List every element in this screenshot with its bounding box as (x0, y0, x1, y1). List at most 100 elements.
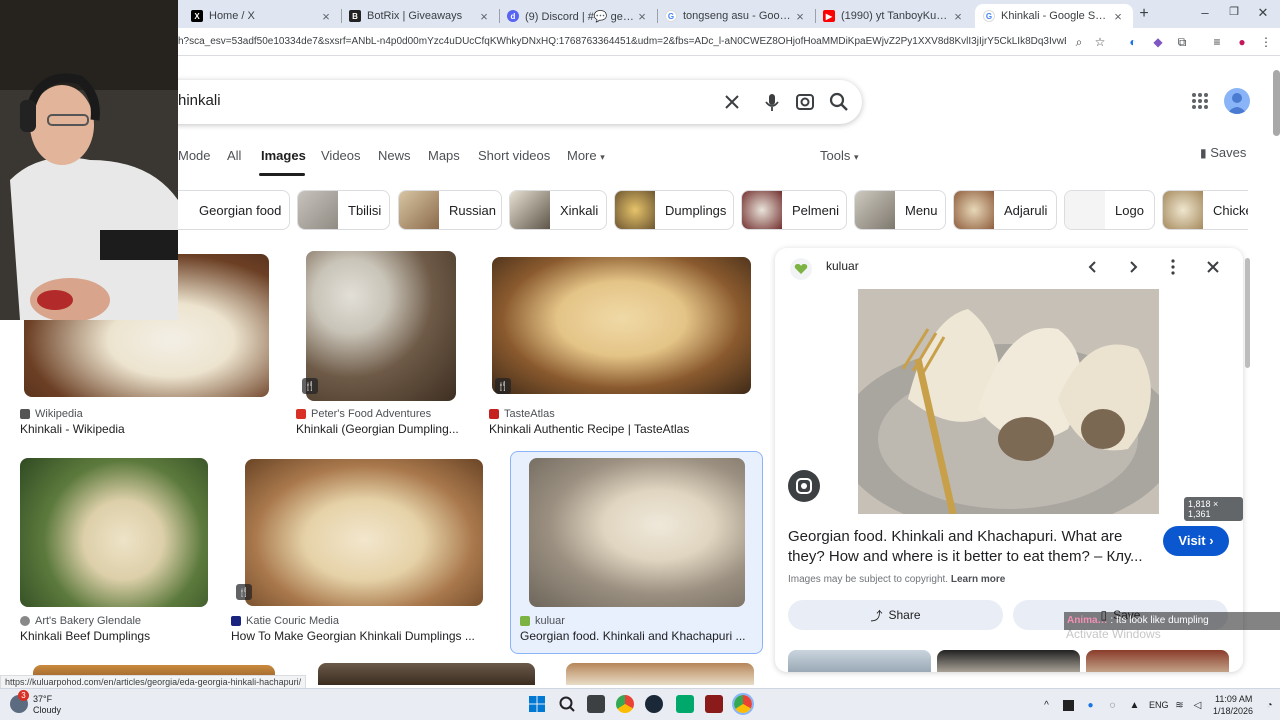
restore-icon[interactable]: ❐ (1226, 5, 1242, 18)
menu-kebab-icon[interactable]: ⋮ (1258, 34, 1274, 50)
tray-app-icon[interactable] (1063, 700, 1074, 711)
weather-condition[interactable]: Cloudy (33, 705, 61, 715)
result-thumbnail[interactable] (245, 459, 483, 606)
tray-network-icon[interactable]: ◌ (1107, 700, 1118, 711)
search-input[interactable]: hinkali (178, 92, 221, 109)
chip-georgian-food[interactable]: Georgian food (170, 190, 290, 230)
profile-icon[interactable]: ● (1234, 34, 1250, 50)
result-thumbnail[interactable] (566, 663, 754, 685)
chip-menu[interactable]: Menu (854, 190, 946, 230)
result-title[interactable]: Khinkali Authentic Recipe | TasteAtlas (489, 422, 749, 436)
lens-search-icon[interactable] (788, 470, 820, 502)
result-thumbnail[interactable] (529, 458, 745, 607)
tab-khinkali-search[interactable]: G Khinkali - Google Search × (975, 4, 1133, 28)
windows-start-icon[interactable] (528, 695, 546, 713)
microphone-icon[interactable] (761, 91, 783, 113)
extensions-puzzle-icon[interactable]: ⧉ (1174, 34, 1190, 50)
search-icon[interactable] (828, 91, 850, 113)
reading-list-icon[interactable]: ≡ (1209, 34, 1225, 50)
tab-botrix[interactable]: B BotRix | Giveaways × (341, 4, 499, 28)
extension-icon[interactable]: ◐ (1125, 34, 1141, 50)
visit-button[interactable]: Visit › (1163, 526, 1229, 556)
chip-adjaruli[interactable]: Adjaruli (953, 190, 1057, 230)
steam-icon[interactable] (645, 695, 663, 713)
language-indicator[interactable]: ENG (1149, 700, 1169, 710)
weather-temperature[interactable]: 37°F (33, 694, 52, 704)
close-tab-icon[interactable]: × (1111, 9, 1125, 24)
search-icon[interactable] (558, 695, 576, 713)
close-tab-icon[interactable]: × (793, 9, 807, 24)
tray-app-icon[interactable]: ● (1085, 700, 1096, 711)
tab-x-home[interactable]: X Home / X × (183, 4, 341, 28)
chip-tbilisi[interactable]: Tbilisi (297, 190, 390, 230)
saves-button[interactable]: ▮ Saves (1200, 145, 1246, 160)
result-thumbnail[interactable] (306, 251, 456, 401)
volume-icon[interactable]: ◁ (1192, 700, 1203, 711)
filter-all[interactable]: All (227, 148, 241, 163)
address-bar[interactable]: h?sca_esv=53adf50e10334de7&sxsrf=ANbL-n4… (178, 31, 1066, 53)
result-title[interactable]: Khinkali - Wikipedia (20, 422, 280, 436)
chip-dumplings[interactable]: Dumplings (614, 190, 734, 230)
wifi-icon[interactable]: ≋ (1174, 700, 1185, 711)
close-tab-icon[interactable]: × (635, 9, 649, 24)
chrome-icon[interactable] (616, 695, 634, 713)
previous-arrow-icon[interactable] (1084, 258, 1102, 276)
extension-icon[interactable]: ◆ (1150, 34, 1166, 50)
chip-pelmeni[interactable]: Pelmeni (741, 190, 847, 230)
panel-title[interactable]: Georgian food. Khinkali and Khachapuri. … (788, 527, 1158, 567)
close-window-icon[interactable]: ✕ (1255, 5, 1271, 21)
tools-button[interactable]: Tools ▾ (820, 148, 859, 163)
filter-short-videos[interactable]: Short videos (478, 148, 550, 163)
filter-ai-mode[interactable]: Mode (178, 148, 211, 163)
panel-site-name[interactable]: kuluar (826, 259, 859, 273)
new-tab-button[interactable]: + (1136, 5, 1152, 23)
more-options-icon[interactable] (1164, 258, 1182, 276)
filter-news[interactable]: News (378, 148, 411, 163)
related-image[interactable] (788, 650, 931, 672)
avatar[interactable] (1224, 88, 1250, 114)
apps-grid-icon[interactable] (1191, 92, 1209, 110)
chip-xinkali[interactable]: Xinkali (509, 190, 607, 230)
result-title[interactable]: How To Make Georgian Khinkali Dumplings … (231, 629, 491, 643)
clock-date[interactable]: 1/18/2026 (1213, 706, 1253, 716)
clear-icon[interactable] (721, 91, 743, 113)
filter-videos[interactable]: Videos (321, 148, 361, 163)
tab-discord[interactable]: d (9) Discord | #💬 general-chat | × (499, 4, 657, 28)
chip-russian[interactable]: Russian (398, 190, 502, 230)
related-image[interactable] (1086, 650, 1229, 672)
result-thumbnail[interactable] (20, 458, 208, 607)
related-image[interactable] (937, 650, 1080, 672)
chip-logo[interactable]: Logo (1064, 190, 1155, 230)
scrollbar-thumb[interactable] (1273, 70, 1280, 136)
result-thumbnail[interactable] (318, 663, 535, 685)
notification-bell-icon[interactable]: ◔ (1264, 700, 1275, 711)
tab-youtube[interactable]: ▶ (1990) yt TanboyKun - YouTube × (815, 4, 973, 28)
lens-camera-icon[interactable] (794, 91, 816, 113)
result-title[interactable]: Georgian food. Khinkali and Khachapuri .… (520, 629, 755, 643)
filter-more[interactable]: More ▾ (567, 148, 605, 163)
clock-time[interactable]: 11:09 AM (1215, 694, 1252, 704)
page-scrollbar[interactable] (1273, 60, 1280, 688)
panel-scrollbar[interactable] (1245, 258, 1250, 368)
filter-images[interactable]: Images (261, 148, 306, 163)
security-shield-icon[interactable] (705, 695, 723, 713)
bookmark-star-icon[interactable]: ☆ (1092, 34, 1108, 50)
learn-more-link[interactable]: Learn more (951, 574, 1005, 585)
result-title[interactable]: Khinkali (Georgian Dumpling... (296, 422, 466, 436)
close-tab-icon[interactable]: × (477, 9, 491, 24)
search-box[interactable]: hinkali (150, 80, 862, 124)
tab-tongseng-search[interactable]: G tongseng asu - Google Search × (657, 4, 815, 28)
filter-maps[interactable]: Maps (428, 148, 460, 163)
next-arrow-icon[interactable] (1124, 258, 1142, 276)
tray-overflow-icon[interactable]: ^ (1041, 700, 1052, 711)
minimize-icon[interactable]: – (1197, 5, 1213, 20)
chrome-active-icon[interactable] (732, 693, 754, 715)
chip-chicken[interactable]: Chicke (1162, 190, 1248, 230)
share-button[interactable]: ⤴ Share (788, 600, 1003, 630)
result-thumbnail[interactable] (492, 257, 751, 394)
zoom-icon[interactable]: ⌕ (1071, 34, 1087, 50)
close-tab-icon[interactable]: × (319, 9, 333, 24)
result-title[interactable]: Khinkali Beef Dumplings (20, 629, 220, 643)
tray-shield-icon[interactable]: ▲ (1129, 700, 1140, 711)
close-icon[interactable] (1204, 258, 1222, 276)
